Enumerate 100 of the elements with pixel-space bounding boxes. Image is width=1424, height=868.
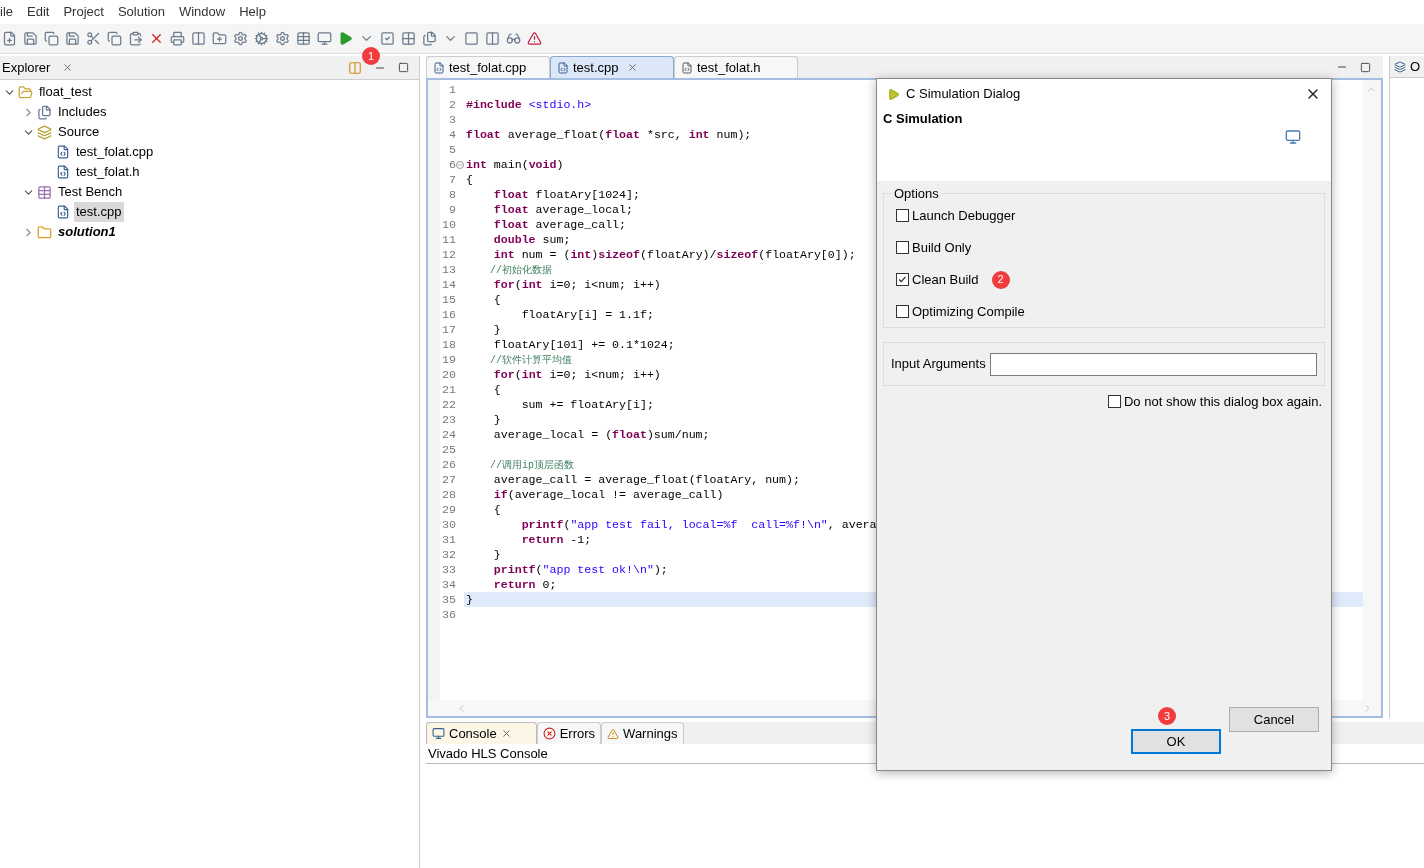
menu-item[interactable]: Solution [117,2,165,22]
new-file-icon[interactable] [2,31,17,46]
line-number: 24 [442,426,456,443]
layout-icon[interactable] [191,31,206,46]
glasses-icon[interactable] [506,31,521,46]
checkbox[interactable] [896,305,909,318]
checkbox-label[interactable]: Do not show this dialog box again. [1124,392,1322,412]
file-icon [56,145,70,159]
code-line: return 0; [492,576,557,593]
line-number: 25 [442,441,456,458]
code-line: floatAry[i] = 1.1f; [520,306,654,323]
code-line: //调用ip顶层函数 [489,458,574,473]
tree-item[interactable]: test.cpp [74,202,124,222]
code-line: } [492,546,501,563]
warning-icon [607,727,620,740]
line-number: 4 [449,126,456,143]
console-tab[interactable]: Errors [536,722,602,744]
menu-item[interactable]: Help [239,2,266,22]
checkbox[interactable] [1108,395,1121,409]
code-line: floatAry[101] += 0.1*1024; [492,336,675,353]
outline-icon [1393,60,1406,73]
code-line: float average_local; [492,201,633,218]
field-label: Input Arguments [891,355,986,374]
console-tab[interactable]: Warnings [601,722,684,744]
line-number: 14 [442,276,456,293]
menu-item[interactable]: Window [178,2,226,22]
save-all-icon[interactable] [44,31,59,46]
code-line: int main(void) [465,156,564,173]
checkbox-label[interactable]: Build Only [912,237,972,258]
checkbox-label[interactable]: Clean Build [912,269,979,290]
code-line: { [492,381,501,398]
files-icon[interactable] [422,31,437,46]
input-field[interactable] [989,352,1317,376]
checkbox[interactable] [896,241,909,254]
menu-item[interactable]: Edit [27,2,50,22]
dialog-button[interactable]: OK [1131,729,1221,754]
code-line: float floatAry[1024]; [492,186,640,203]
gears-icon[interactable] [275,31,290,46]
checkbox-icon[interactable] [380,31,395,46]
line-number: 1 [449,81,456,98]
code-line: float average_call; [492,216,627,233]
line-number: 22 [442,396,456,413]
tree-item[interactable]: test_folat.h [74,162,142,182]
line-number: 11 [442,231,456,248]
code-line: //初始化数据 [489,263,552,278]
maximize-icon[interactable] [1359,62,1371,73]
delete-icon[interactable] [149,31,164,46]
app-logo-icon [887,87,900,101]
explorer-tab[interactable]: Explorer [2,57,63,78]
checkbox-label[interactable]: Optimizing Compile [912,301,1025,322]
maximize-icon[interactable] [398,62,409,73]
line-number: 35 [442,591,456,608]
tree-item[interactable]: test_folat.cpp [74,142,156,162]
tree-item[interactable]: Source [56,122,102,142]
line-number: 16 [442,306,456,323]
play-icon[interactable] [338,31,353,46]
tree-item[interactable]: solution1 [56,222,118,242]
code-line: float average_float(float *src, int num); [465,126,752,143]
header-file-icon [681,61,693,74]
checkbox-label[interactable]: Launch Debugger [912,205,1016,226]
tree-item[interactable]: Includes [56,102,109,122]
line-number: 5 [449,141,456,158]
gear-icon[interactable] [254,31,269,46]
code-line: { [492,501,501,518]
line-number: 30 [442,516,456,533]
source-folder-icon [37,124,52,140]
tree-item[interactable]: float_test [37,82,94,102]
step-badge: 3 [1158,707,1176,725]
cut-icon[interactable] [86,31,101,46]
step-badge: 2 [991,270,1010,289]
menu-item[interactable]: ile [0,2,13,22]
settings-icon[interactable] [233,31,248,46]
copy-icon[interactable] [107,31,122,46]
line-number: 21 [442,381,456,398]
line-number: 32 [442,546,456,563]
save-as-icon[interactable] [65,31,80,46]
checkbox[interactable] [896,273,909,286]
line-number: 26 [442,456,456,473]
console-tab[interactable]: Console [426,722,537,744]
save-icon[interactable] [23,31,38,46]
code-line: return -1; [520,531,592,548]
grid-icon[interactable] [401,31,416,46]
menu-item[interactable]: Project [63,2,104,22]
checkbox[interactable] [896,209,909,222]
line-number: 9 [449,201,456,218]
editor-tab[interactable]: test_folat.cpp [426,56,550,78]
editor-tab[interactable]: test_folat.h [674,56,798,78]
new-project-icon[interactable] [212,31,227,46]
stop-icon[interactable] [464,31,479,46]
code-line: { [465,171,473,188]
code-line: for(int i=0; i<num; i++) [492,276,661,293]
tree-item[interactable]: Test Bench [56,182,125,202]
dialog-button[interactable]: Cancel [1229,707,1319,732]
paste-icon[interactable] [128,31,143,46]
file-icon [56,205,70,219]
editor-tab[interactable]: test.cpp [550,56,674,78]
code-line: average_local = (float)sum/num; [492,426,710,443]
code-line: for(int i=0; i<num; i++) [492,366,661,383]
print-icon[interactable] [170,31,185,46]
table-icon[interactable] [296,31,311,46]
